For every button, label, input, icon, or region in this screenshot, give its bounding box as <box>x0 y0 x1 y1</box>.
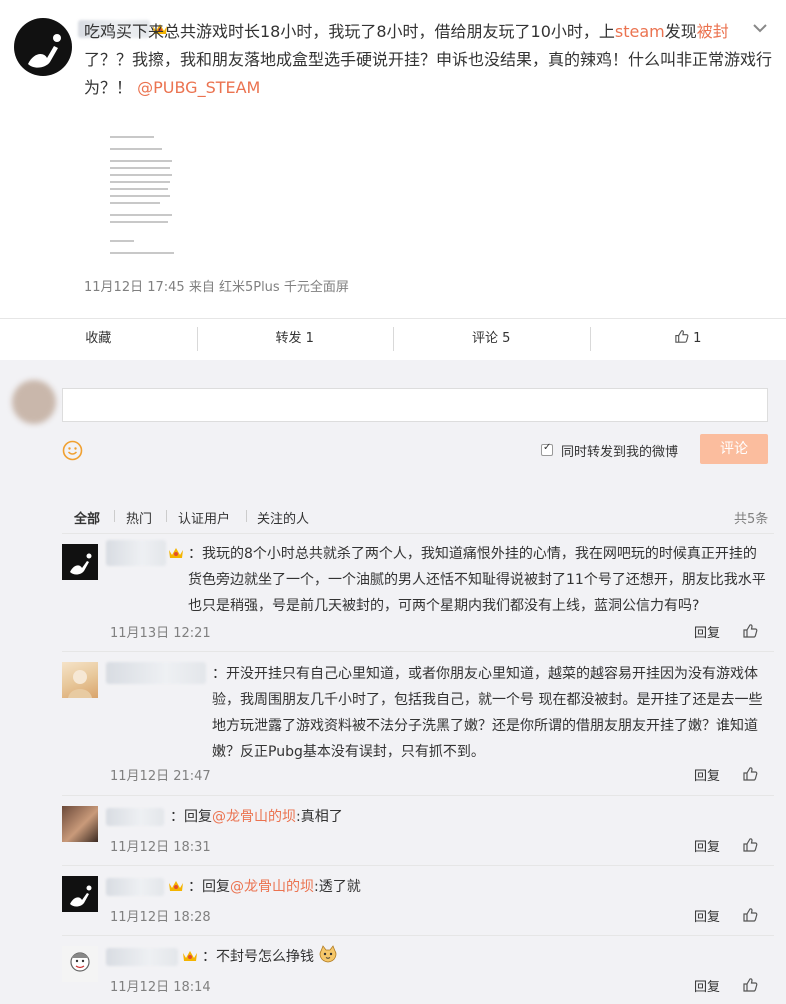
commenter-name[interactable] <box>106 808 164 826</box>
user-mention[interactable]: @龙骨山的坝 <box>230 879 314 895</box>
comment-item: ：我玩的8个小时总共就杀了两个人，我知道痛恨外挂的心情，我在网吧玩的时候真正开挂… <box>62 534 774 652</box>
reply-button[interactable]: 回复 <box>694 906 720 925</box>
post-image[interactable] <box>84 130 204 258</box>
filter-following[interactable]: 关注的人 <box>257 508 309 527</box>
emoji-icon[interactable] <box>62 440 83 461</box>
commenter-avatar[interactable] <box>62 806 98 842</box>
thumbs-up-icon[interactable] <box>742 907 758 923</box>
filter-hot[interactable]: 热门 <box>126 508 152 527</box>
steam-link[interactable]: steam <box>615 22 665 41</box>
commenter-avatar[interactable] <box>62 876 98 912</box>
repost-button[interactable]: 转发 1 <box>196 319 394 358</box>
user-mention[interactable]: @龙骨山的坝 <box>212 809 296 825</box>
comment-item: ：回复@龙骨山的坝:真相了 11月12日 18:31 回复 <box>62 796 774 866</box>
vip-crown-icon <box>183 951 197 961</box>
banned-keyword[interactable]: 被封 <box>697 22 729 41</box>
comment-total: 共5条 <box>734 512 769 527</box>
post-source: 来自 红米5Plus 千元全面屏 <box>188 280 349 295</box>
comment-button[interactable]: 评论 5 <box>393 319 590 358</box>
comment-time: 11月13日 12:21 <box>110 626 211 641</box>
pubg-steam-mention[interactable]: @PUBG_STEAM <box>137 78 260 97</box>
thumbs-up-icon[interactable] <box>742 766 758 782</box>
my-avatar[interactable] <box>12 380 56 424</box>
commenter-avatar[interactable] <box>62 662 98 698</box>
post-body: 吃鸡买下来总共游戏时长18小时，我玩了8小时，借给朋友玩了10小时，上steam… <box>84 22 773 97</box>
favorite-button[interactable]: 收藏 <box>0 319 197 358</box>
comment-input[interactable] <box>62 388 768 422</box>
commenter-avatar[interactable] <box>62 946 98 982</box>
thumbs-up-icon[interactable] <box>742 837 758 853</box>
reply-button[interactable]: 回复 <box>694 622 720 641</box>
thumbs-up-icon <box>675 330 689 343</box>
comment-filter-bar: 全部 热门 认证用户 关注的人 共5条 <box>62 498 774 534</box>
comment-text: ：开没开挂只有自己心里知道，或者你朋友心里知道，越菜的越容易开挂因为没有游戏体验… <box>212 666 763 760</box>
post-meta: 11月12日 17:45 来自 红米5Plus 千元全面屏 <box>84 276 349 295</box>
comment-time: 11月12日 18:31 <box>110 840 211 855</box>
repost-checkbox-label: 同时转发到我的微博 <box>561 445 679 460</box>
submit-comment-button[interactable]: 评论 <box>700 434 768 464</box>
comment-text: ：回复@龙骨山的坝:真相了 <box>170 809 343 825</box>
commenter-name[interactable] <box>106 948 178 966</box>
commenter-name[interactable] <box>106 878 164 896</box>
thumbs-up-icon[interactable] <box>742 623 758 639</box>
comment-item: ：回复@龙骨山的坝:透了就 11月12日 18:28 回复 <box>62 866 774 936</box>
commenter-name[interactable] <box>106 662 206 684</box>
comment-time: 11月12日 18:14 <box>110 980 211 995</box>
reply-button[interactable]: 回复 <box>694 836 720 855</box>
reply-button[interactable]: 回复 <box>694 765 720 784</box>
like-button[interactable]: 1 <box>589 319 786 358</box>
commenter-name[interactable] <box>106 540 166 566</box>
vip-crown-icon <box>169 881 183 891</box>
comment-text: ：不封号怎么挣钱 <box>202 944 742 970</box>
filter-all[interactable]: 全部 <box>74 508 100 527</box>
comment-item: ：开没开挂只有自己心里知道，或者你朋友心里知道，越菜的越容易开挂因为没有游戏体验… <box>62 652 774 796</box>
filter-verified[interactable]: 认证用户 <box>178 508 230 527</box>
cat-emoji-icon <box>320 945 337 963</box>
post-timestamp[interactable]: 11月12日 17:45 <box>84 280 185 295</box>
comment-text: ：回复@龙骨山的坝:透了就 <box>188 879 361 895</box>
commenter-avatar[interactable] <box>62 544 98 580</box>
comment-time: 11月12日 18:28 <box>110 910 211 925</box>
reply-button[interactable]: 回复 <box>694 976 720 995</box>
comment-text: ：我玩的8个小时总共就杀了两个人，我知道痛恨外挂的心情，我在网吧玩的时候真正开挂… <box>188 546 766 614</box>
comment-time: 11月12日 21:47 <box>110 769 211 784</box>
comment-item: ：不封号怎么挣钱 11月12日 18:14 回复 <box>62 936 774 1004</box>
action-bar: 收藏 转发 1 评论 5 1 <box>0 318 786 358</box>
thumbs-up-icon[interactable] <box>742 977 758 993</box>
vip-crown-icon <box>169 548 183 558</box>
repost-checkbox[interactable] <box>541 442 553 456</box>
author-avatar[interactable] <box>14 18 72 76</box>
